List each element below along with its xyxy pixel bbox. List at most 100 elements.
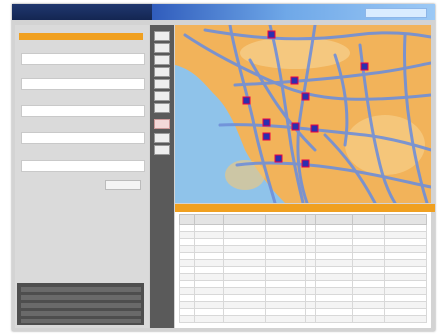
table-cell bbox=[223, 294, 267, 302]
map-view[interactable] bbox=[175, 25, 431, 203]
table-row[interactable] bbox=[179, 259, 428, 267]
table-cell bbox=[314, 259, 353, 267]
table-cell bbox=[223, 245, 267, 253]
table-row[interactable] bbox=[179, 294, 428, 302]
pan-tool-button[interactable] bbox=[154, 31, 170, 41]
layers-button[interactable] bbox=[154, 145, 170, 155]
table-cell bbox=[193, 238, 225, 246]
measure-tool-button[interactable] bbox=[154, 91, 170, 101]
table-cell bbox=[193, 308, 225, 316]
column-header[interactable] bbox=[314, 214, 353, 225]
table-cell bbox=[314, 273, 353, 281]
top-bar bbox=[12, 4, 435, 20]
table-cell bbox=[179, 308, 195, 316]
table-cell bbox=[383, 266, 428, 274]
table-cell bbox=[265, 273, 306, 281]
table-cell bbox=[304, 273, 316, 281]
table-cell bbox=[351, 252, 385, 260]
table-row[interactable] bbox=[179, 273, 428, 281]
table-cell bbox=[314, 294, 353, 302]
info-row[interactable] bbox=[21, 295, 141, 300]
table-cell bbox=[314, 287, 353, 295]
info-row[interactable] bbox=[21, 287, 141, 292]
column-header[interactable] bbox=[179, 214, 195, 225]
table-cell bbox=[265, 294, 306, 302]
table-cell bbox=[304, 315, 316, 323]
user-box[interactable] bbox=[365, 8, 427, 18]
table-cell bbox=[179, 294, 195, 302]
table-cell bbox=[351, 280, 385, 288]
table-cell bbox=[314, 224, 353, 232]
column-header[interactable] bbox=[193, 214, 225, 225]
info-row[interactable] bbox=[21, 303, 141, 308]
identify-tool-button[interactable] bbox=[154, 79, 170, 89]
search-field-5[interactable] bbox=[21, 160, 145, 172]
table-cell bbox=[179, 224, 195, 232]
table-cell bbox=[193, 231, 225, 239]
clear-button[interactable] bbox=[154, 119, 170, 129]
table-cell bbox=[351, 245, 385, 253]
table-row[interactable] bbox=[179, 224, 428, 232]
column-header[interactable] bbox=[223, 214, 267, 225]
table-cell bbox=[351, 259, 385, 267]
print-button[interactable] bbox=[154, 133, 170, 143]
table-cell bbox=[383, 224, 428, 232]
table-cell bbox=[223, 224, 267, 232]
table-row[interactable] bbox=[179, 280, 428, 288]
table-cell bbox=[265, 266, 306, 274]
table-cell bbox=[179, 273, 195, 281]
table-row[interactable] bbox=[179, 287, 428, 295]
zoom-out-button[interactable] bbox=[154, 55, 170, 65]
search-field-2[interactable] bbox=[21, 78, 145, 90]
table-row[interactable] bbox=[179, 238, 428, 246]
table-row[interactable] bbox=[179, 266, 428, 274]
table-row[interactable] bbox=[179, 308, 428, 316]
column-header[interactable] bbox=[351, 214, 385, 225]
table-row[interactable] bbox=[179, 301, 428, 309]
search-sidebar bbox=[15, 25, 149, 328]
table-cell bbox=[304, 294, 316, 302]
column-header[interactable] bbox=[383, 214, 428, 225]
table-cell bbox=[314, 238, 353, 246]
table-row[interactable] bbox=[179, 245, 428, 253]
select-tool-button[interactable] bbox=[154, 103, 170, 113]
table-cell bbox=[351, 301, 385, 309]
table-row[interactable] bbox=[179, 252, 428, 260]
table-cell bbox=[179, 252, 195, 260]
street-map[interactable] bbox=[175, 25, 431, 203]
table-cell bbox=[304, 301, 316, 309]
search-button[interactable] bbox=[105, 180, 141, 190]
table-cell bbox=[304, 238, 316, 246]
table-cell bbox=[265, 287, 306, 295]
table-cell bbox=[223, 301, 267, 309]
table-header-row bbox=[179, 214, 428, 225]
search-field-1[interactable] bbox=[21, 53, 145, 65]
table-cell bbox=[383, 259, 428, 267]
table-cell bbox=[314, 252, 353, 260]
table-cell bbox=[304, 231, 316, 239]
info-row[interactable] bbox=[21, 311, 141, 316]
table-row[interactable] bbox=[179, 231, 428, 239]
table-cell bbox=[314, 280, 353, 288]
table-cell bbox=[351, 231, 385, 239]
table-cell bbox=[304, 308, 316, 316]
column-header[interactable] bbox=[304, 214, 316, 225]
table-cell bbox=[193, 294, 225, 302]
table-cell bbox=[304, 280, 316, 288]
table-row[interactable] bbox=[179, 315, 428, 323]
table-cell bbox=[304, 266, 316, 274]
search-field-3[interactable] bbox=[21, 105, 145, 117]
column-header[interactable] bbox=[265, 214, 306, 225]
info-row[interactable] bbox=[21, 319, 141, 323]
table-cell bbox=[351, 315, 385, 323]
zoom-box-button[interactable] bbox=[154, 67, 170, 77]
table-cell bbox=[314, 315, 353, 323]
search-field-4[interactable] bbox=[21, 132, 145, 144]
table-cell bbox=[223, 238, 267, 246]
table-cell bbox=[179, 266, 195, 274]
table-cell bbox=[179, 238, 195, 246]
table-cell bbox=[265, 308, 306, 316]
table-cell bbox=[314, 266, 353, 274]
table-cell bbox=[193, 273, 225, 281]
zoom-in-button[interactable] bbox=[154, 43, 170, 53]
